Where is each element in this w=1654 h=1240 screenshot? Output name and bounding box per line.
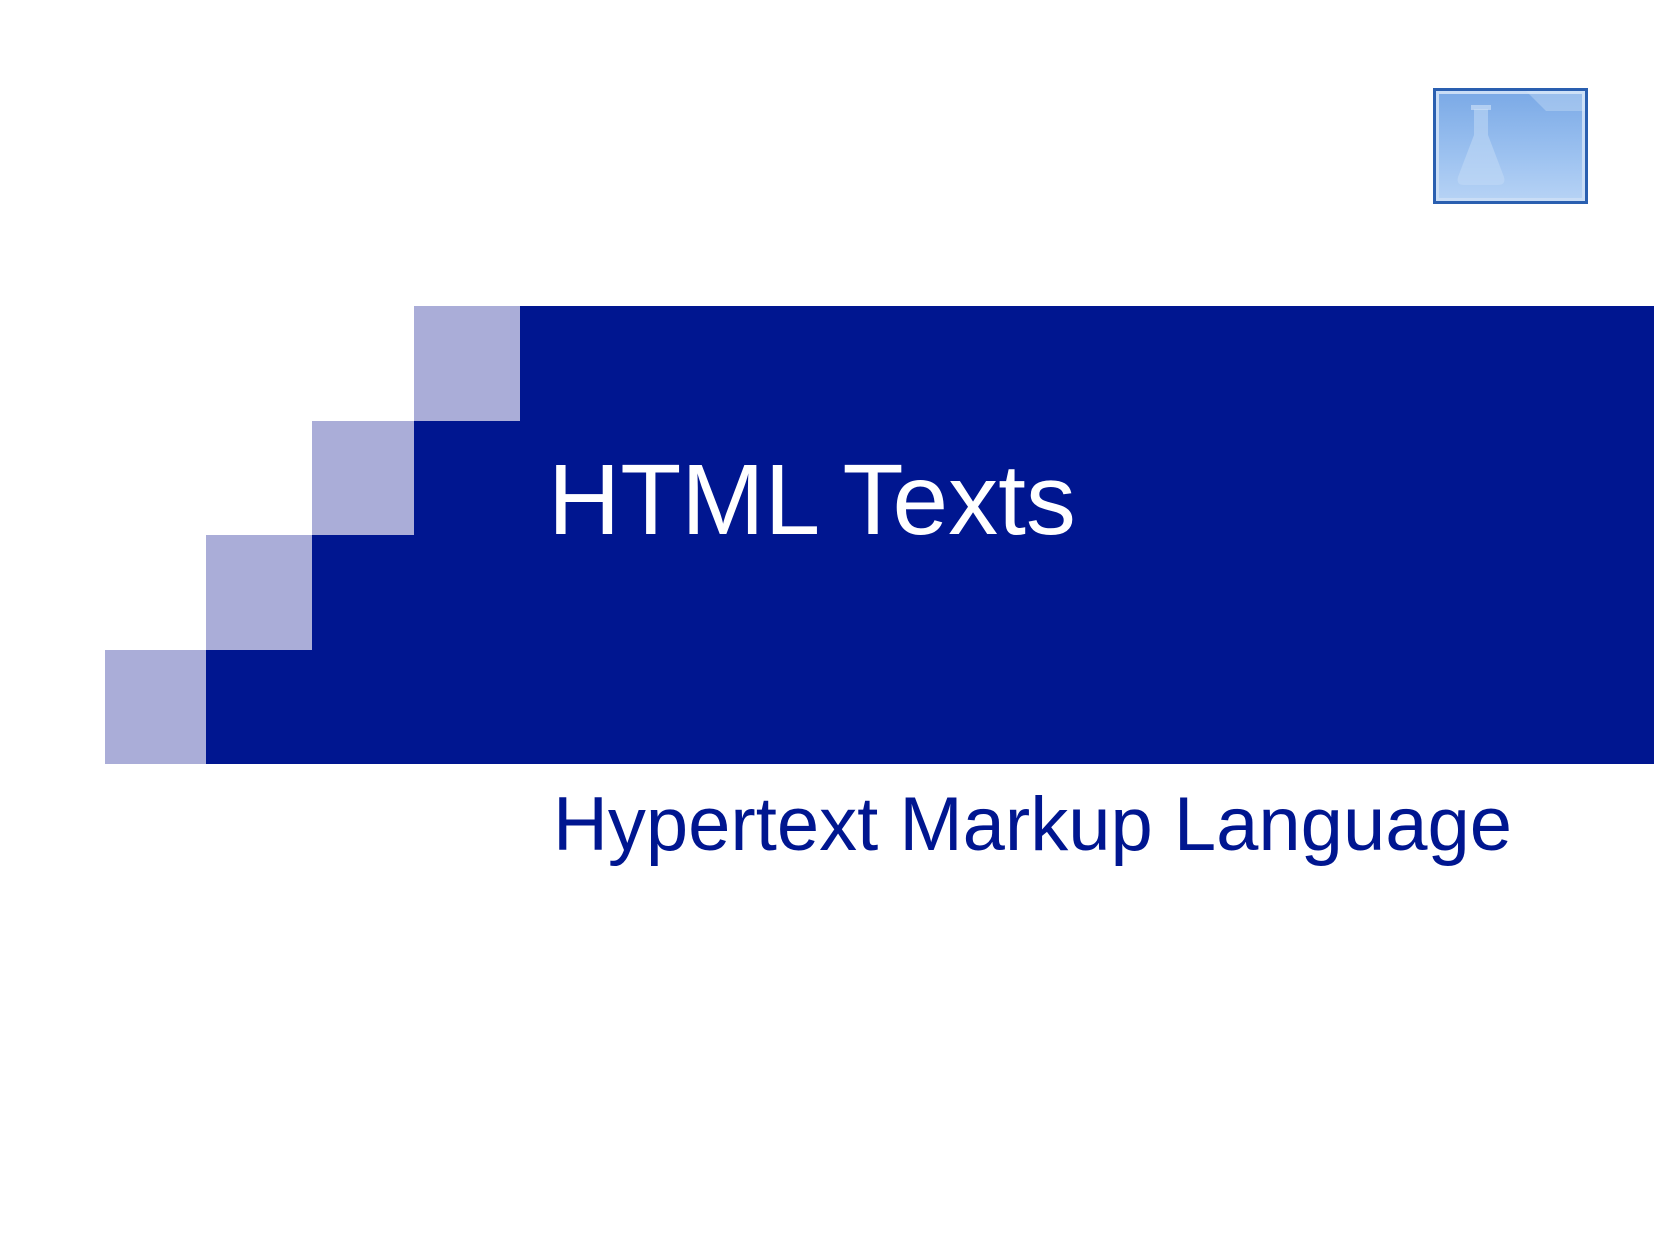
stair-square-2 (312, 421, 414, 535)
banner-step-1 (414, 421, 520, 764)
slide: HTML Texts Hypertext Markup Language (0, 0, 1654, 1240)
stair-square-4 (105, 650, 206, 764)
slide-subtitle: Hypertext Markup Language (553, 782, 1513, 867)
stair-square-1 (414, 306, 520, 421)
flask-icon (1457, 91, 1585, 185)
slide-title: HTML Texts (548, 444, 1076, 556)
logo (1433, 88, 1588, 204)
banner-step-3 (206, 650, 312, 764)
banner-step-2 (312, 535, 414, 764)
stair-square-3 (206, 535, 312, 650)
